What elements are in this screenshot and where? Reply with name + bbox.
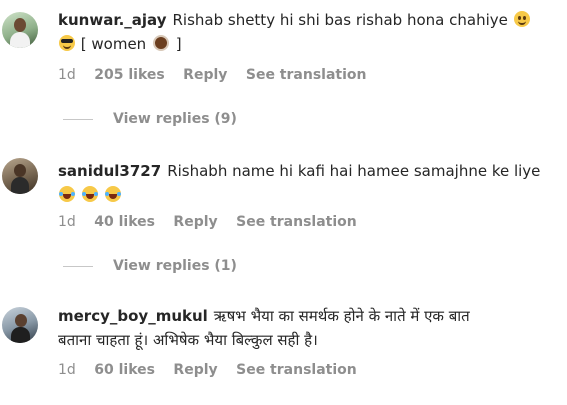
divider-line bbox=[63, 265, 93, 267]
tears-of-joy-icon bbox=[59, 186, 75, 202]
likes-count[interactable]: 40 likes bbox=[94, 214, 155, 230]
avatar[interactable] bbox=[2, 12, 38, 48]
tears-of-joy-icon bbox=[104, 186, 121, 202]
comment-text-line1: ऋषभ भैया का समर्थक होने के नाते में एक ब… bbox=[213, 307, 470, 325]
see-translation-button[interactable]: See translation bbox=[246, 67, 367, 83]
view-replies-button[interactable]: View replies (1) bbox=[63, 258, 237, 274]
comment-text-line1: Rishabh name hi kafi hai hamee samajhne … bbox=[167, 162, 541, 180]
see-translation-button[interactable]: See translation bbox=[236, 214, 357, 230]
username[interactable]: sanidul3727 bbox=[58, 162, 161, 180]
slightly-smiling-face-icon bbox=[513, 11, 530, 27]
avatar[interactable] bbox=[2, 307, 38, 343]
comment-text-line2-post: ] bbox=[175, 35, 182, 53]
comment-meta: 1d 205 likes Reply See translation bbox=[58, 67, 380, 83]
comment-meta: 1d 60 likes Reply See translation bbox=[58, 362, 371, 378]
likes-count[interactable]: 60 likes bbox=[94, 362, 155, 378]
hot-beverage-icon bbox=[152, 35, 169, 51]
comment-time: 1d bbox=[58, 362, 76, 378]
view-replies-label: View replies (9) bbox=[113, 111, 237, 127]
comment-text-line2: बताना चाहता हूं। अभिषेक भैया बिल्कुल सही… bbox=[58, 331, 318, 349]
view-replies-button[interactable]: View replies (9) bbox=[63, 111, 237, 127]
sunglasses-face-icon bbox=[59, 35, 75, 51]
username[interactable]: kunwar._ajay bbox=[58, 11, 166, 29]
comment-item: sanidul3727 Rishabh name hi kafi hai hame… bbox=[0, 148, 567, 288]
view-replies-label: View replies (1) bbox=[113, 258, 237, 274]
comment-time: 1d bbox=[58, 214, 76, 230]
comment-text-line2-pre: [ women bbox=[80, 35, 147, 53]
reply-button[interactable]: Reply bbox=[173, 362, 217, 378]
avatar[interactable] bbox=[2, 158, 38, 194]
comment-text-line1: Rishab shetty hi shi bas rishab hona cha… bbox=[172, 11, 508, 29]
comment-text: kunwar._ajay Rishab shetty hi shi bas ris… bbox=[58, 8, 538, 56]
see-translation-button[interactable]: See translation bbox=[236, 362, 357, 378]
tears-of-joy-icon bbox=[81, 186, 98, 202]
reply-button[interactable]: Reply bbox=[183, 67, 227, 83]
reply-button[interactable]: Reply bbox=[173, 214, 217, 230]
comment-time: 1d bbox=[58, 67, 76, 83]
comment-item: mercy_boy_mukul ऋषभ भैया का समर्थक होने क… bbox=[0, 296, 567, 405]
comment-text: sanidul3727 Rishabh name hi kafi hai hame… bbox=[58, 159, 548, 207]
username[interactable]: mercy_boy_mukul bbox=[58, 307, 208, 325]
comment-text: mercy_boy_mukul ऋषभ भैया का समर्थक होने क… bbox=[58, 304, 538, 352]
comment-meta: 1d 40 likes Reply See translation bbox=[58, 214, 371, 230]
likes-count[interactable]: 205 likes bbox=[94, 67, 164, 83]
comment-item: kunwar._ajay Rishab shetty hi shi bas ris… bbox=[0, 0, 567, 140]
divider-line bbox=[63, 118, 93, 120]
